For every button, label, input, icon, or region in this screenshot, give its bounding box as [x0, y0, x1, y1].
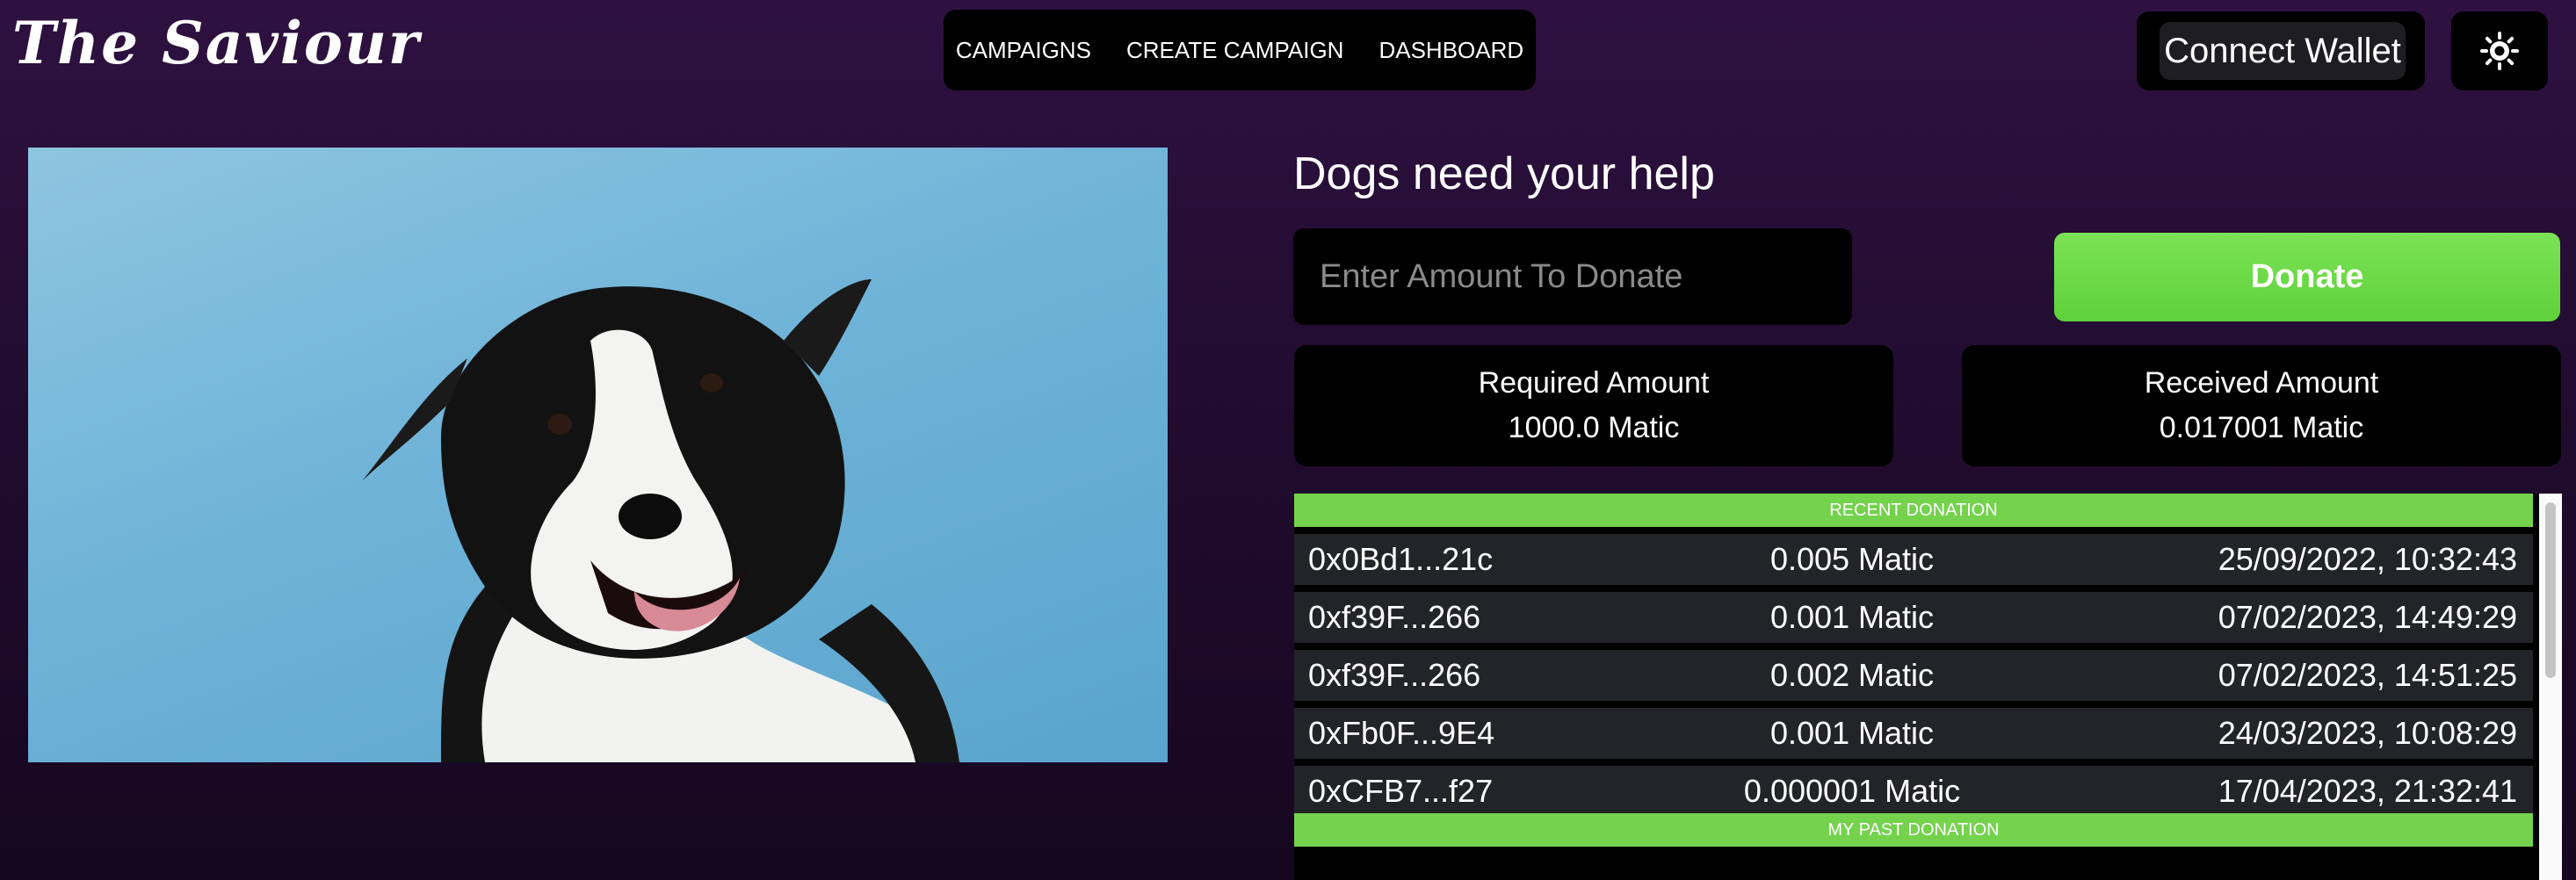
required-amount-value: 1000.0 Matic — [1508, 411, 1680, 444]
required-amount-card: Required Amount 1000.0 Matic — [1294, 345, 1893, 466]
past-donation-header: MY PAST DONATION — [1294, 813, 2533, 847]
donation-amount: 0.002 Matic — [1769, 657, 1935, 693]
donation-date: 17/04/2023, 21:32:41 — [2218, 773, 2517, 809]
donor-address: 0xFb0F...9E4 — [1308, 715, 1495, 751]
donations-scrollbar[interactable] — [2539, 494, 2562, 880]
campaign-title: Dogs need your help — [1293, 148, 1715, 199]
nav-campaigns[interactable]: CAMPAIGNS — [956, 37, 1091, 64]
site-logo[interactable]: The Saviour — [12, 9, 421, 77]
donation-amount-input[interactable] — [1293, 228, 1852, 325]
recent-donation-header: RECENT DONATION — [1294, 494, 2533, 527]
donor-address: 0xf39F...266 — [1308, 599, 1481, 635]
donor-address: 0xf39F...266 — [1308, 657, 1481, 693]
main-nav: CAMPAIGNS CREATE CAMPAIGN DASHBOARD — [944, 10, 1536, 90]
received-amount-label: Received Amount — [2144, 366, 2379, 400]
donor-address: 0xCFB7...f27 — [1308, 773, 1494, 809]
donation-date: 25/09/2022, 10:32:43 — [2218, 541, 2517, 577]
wallet-container: Connect Wallet — [2137, 11, 2425, 90]
dog-illustration — [362, 279, 959, 762]
donate-button[interactable]: Donate — [2054, 233, 2560, 321]
donation-date: 07/02/2023, 14:51:25 — [2218, 657, 2517, 693]
received-amount-card: Received Amount 0.017001 Matic — [1962, 345, 2561, 466]
donation-amount: 0.005 Matic — [1769, 541, 1935, 577]
donations-panel[interactable]: RECENT DONATION 0x0Bd1...21c 0.005 Matic… — [1294, 494, 2562, 880]
table-row: 0xf39F...266 0.002 Matic 07/02/2023, 14:… — [1294, 650, 2533, 701]
table-row: 0xFb0F...9E4 0.001 Matic 24/03/2023, 10:… — [1294, 708, 2533, 759]
table-row: 0x0Bd1...21c 0.005 Matic 25/09/2022, 10:… — [1294, 534, 2533, 585]
donation-date: 07/02/2023, 14:49:29 — [2218, 599, 2517, 635]
theme-toggle-button[interactable] — [2451, 11, 2548, 90]
campaign-image — [28, 148, 1168, 762]
nav-dashboard[interactable]: DASHBOARD — [1378, 37, 1523, 64]
donor-address: 0x0Bd1...21c — [1308, 541, 1494, 577]
donation-date: 24/03/2023, 10:08:29 — [2218, 715, 2517, 751]
required-amount-label: Required Amount — [1478, 366, 1710, 400]
donation-amount: 0.001 Matic — [1769, 599, 1935, 635]
donation-amount: 0.000001 Matic — [1743, 773, 1961, 809]
connect-wallet-button[interactable]: Connect Wallet — [2160, 22, 2406, 80]
scrollbar-thumb[interactable] — [2545, 502, 2556, 678]
sun-icon — [2480, 32, 2519, 70]
table-row: 0xf39F...266 0.001 Matic 07/02/2023, 14:… — [1294, 592, 2533, 643]
donation-amount: 0.001 Matic — [1769, 715, 1935, 751]
table-row: 0xCFB7...f27 0.000001 Matic 17/04/2023, … — [1294, 766, 2533, 817]
nav-create-campaign[interactable]: CREATE CAMPAIGN — [1126, 37, 1344, 64]
received-amount-value: 0.017001 Matic — [2159, 411, 2364, 444]
